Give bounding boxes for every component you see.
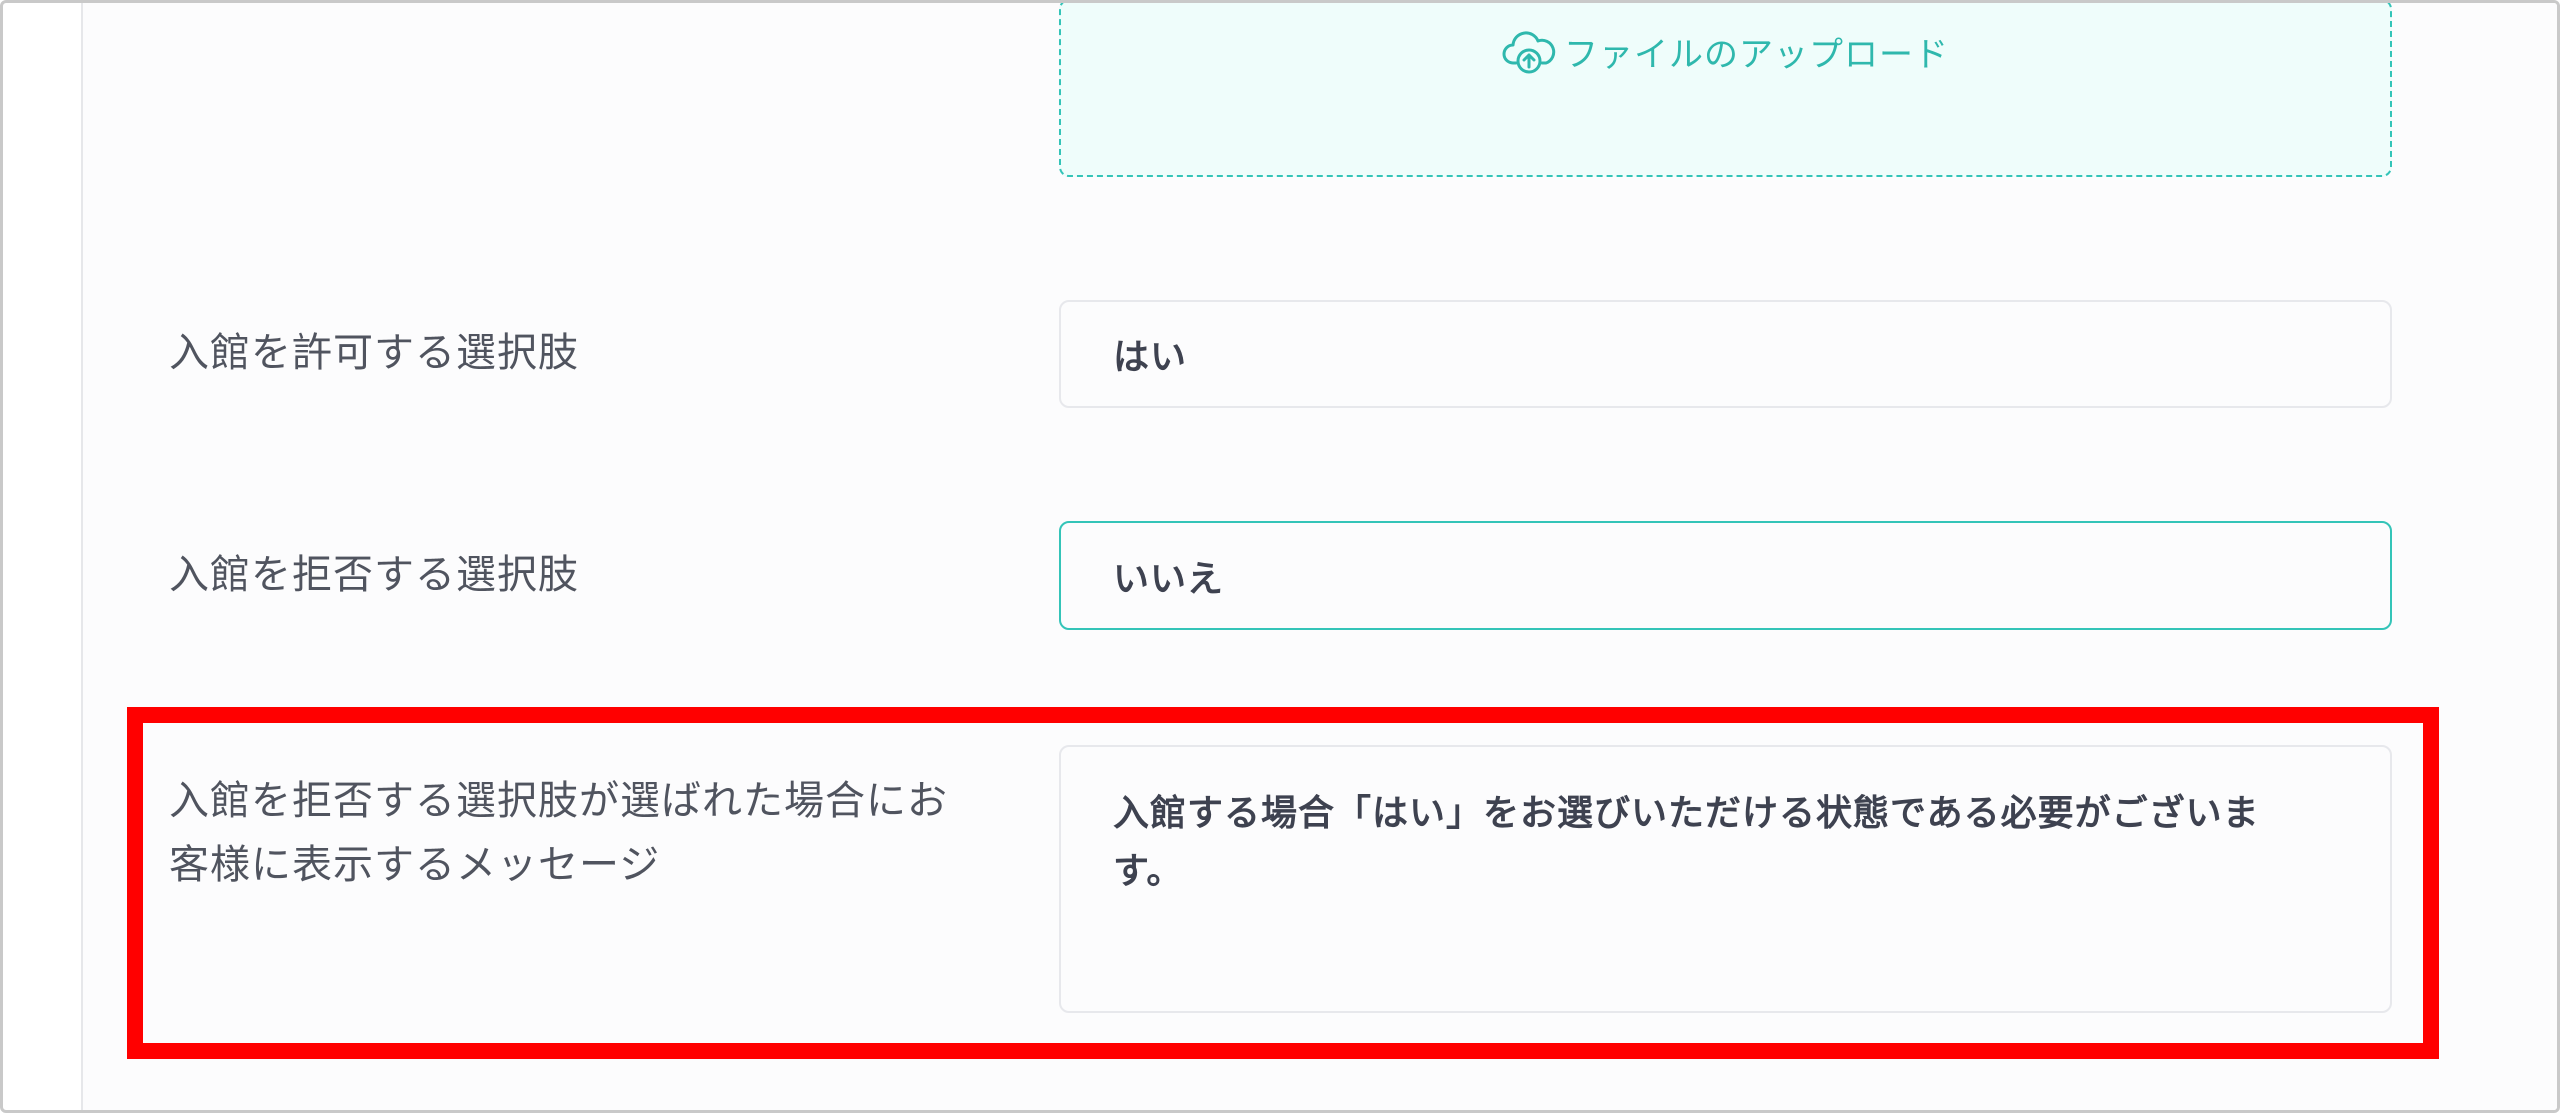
deny-option-label: 入館を拒否する選択肢 xyxy=(169,552,579,598)
screenshot-frame: ファイルのアップロード 入館を許可する選択肢 はい 入館を拒否する選択肢 いいえ… xyxy=(0,0,2560,1113)
allow-option-input[interactable]: はい xyxy=(1059,300,2392,408)
cloud-upload-icon xyxy=(1502,29,1556,75)
deny-option-input[interactable]: いいえ xyxy=(1059,521,2392,630)
red-highlight-box xyxy=(127,707,2439,1059)
file-upload-button[interactable]: ファイルのアップロード xyxy=(1061,27,2390,76)
file-upload-dropzone[interactable]: ファイルのアップロード xyxy=(1059,3,2392,177)
allow-option-label: 入館を許可する選択肢 xyxy=(169,330,579,376)
file-upload-label: ファイルのアップロード xyxy=(1564,35,1949,75)
